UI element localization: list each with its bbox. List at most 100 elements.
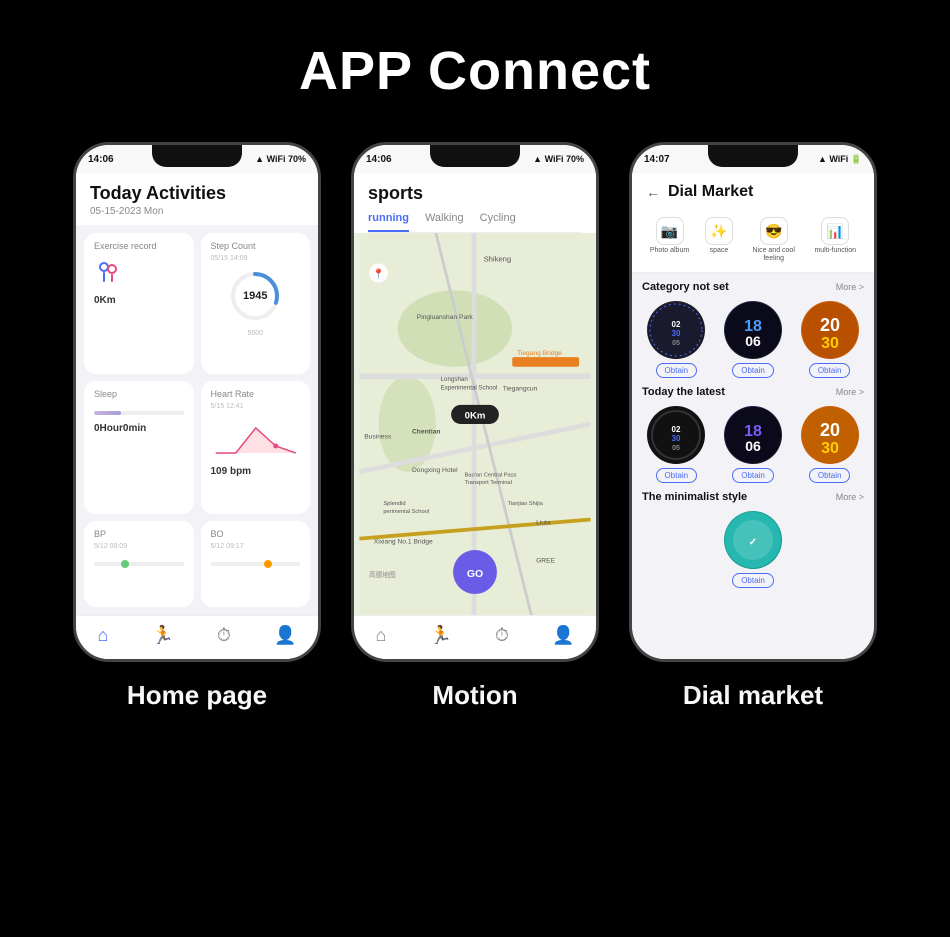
svg-text:0Km: 0Km [465,410,486,421]
tab-cycling[interactable]: Cycling [480,212,516,232]
motion-header: sports running Walking Cycling [354,173,596,233]
bp-bar [94,562,184,566]
exercise-value: 0Km [94,295,184,306]
dial-cat-space[interactable]: ✨ space [705,217,733,264]
watch-face-cat1-2: 1806 [724,301,782,359]
tab-running[interactable]: running [368,212,409,232]
svg-text:Splendid: Splendid [383,501,405,507]
obtain-btn-7[interactable]: Obtain [732,573,774,588]
sleep-label: Sleep [94,389,184,399]
bp-card: BP 5/12 09:09 [84,521,194,607]
home-bottom-nav: ⌂ 🏃 ⏱ 👤 [76,615,318,659]
svg-text:Longshan: Longshan [441,376,469,383]
section2-header: Today the latest More > [642,386,864,398]
home-header: Today Activities 05-15-2023 Mon [76,173,318,225]
svg-text:Business: Business [364,433,392,440]
svg-text:✓: ✓ [749,537,757,548]
home-phone-frame: 14:06 ▲ WiFi 70% Today Activities 05-15-… [73,142,321,662]
watch-face-cat2-2: 1806 [724,406,782,464]
bp-sublabel: 5/12 09:09 [94,543,184,550]
motion-nav-run[interactable]: 🏃 [429,625,451,646]
motion-nav-home[interactable]: ⌂ [376,625,387,646]
motion-label: Motion [432,680,517,711]
svg-text:05: 05 [672,445,680,452]
motion-tabs: running Walking Cycling [368,212,582,233]
bo-bar [211,562,301,566]
watch-cat3-1[interactable]: ✓ Obtain [642,511,864,588]
photo-album-icon: 📷 [656,217,684,245]
watch-cat1-2[interactable]: 1806 Obtain [719,301,788,378]
dial-back-arrow[interactable]: ← [646,184,660,200]
obtain-btn-2[interactable]: Obtain [732,363,774,378]
bp-label: BP [94,529,184,539]
svg-text:Liuta: Liuta [536,519,551,526]
space-label: space [710,247,729,255]
svg-text:06: 06 [745,333,761,349]
watch-cat2-3[interactable]: 2030 Obtain [795,406,864,483]
home-time: 14:06 [88,154,114,165]
watch-cat2-1[interactable]: 023005 Obtain [642,406,711,483]
watch-cat1-1[interactable]: 023005 Obtain [642,301,711,378]
step-sublabel: 05/15 14:09 [211,255,301,262]
watch-face-cat2-1: 023005 [647,406,705,464]
svg-text:30: 30 [821,335,839,352]
svg-text:02: 02 [672,320,681,329]
home-screen: Today Activities 05-15-2023 Mon Exercise… [76,173,318,659]
svg-text:Shikeng: Shikeng [484,255,512,264]
nav-home-icon[interactable]: ⌂ [98,625,109,646]
svg-text:Chentian: Chentian [412,429,441,436]
tab-walking[interactable]: Walking [425,212,464,232]
page-title: APP Connect [299,40,651,102]
nav-run-icon[interactable]: 🏃 [151,625,173,646]
svg-text:06: 06 [745,438,761,454]
svg-text:📍: 📍 [373,268,385,280]
dial-header: ← Dial Market [632,173,874,209]
dial-time: 14:07 [644,154,670,165]
motion-nav-user[interactable]: 👤 [552,625,574,646]
space-icon: ✨ [705,217,733,245]
section3-more[interactable]: More > [836,492,864,502]
motion-status-icons: ▲ WiFi 70% [533,154,584,164]
obtain-btn-1[interactable]: Obtain [656,363,698,378]
dial-cat-photo[interactable]: 📷 Photo album [650,217,689,264]
home-date: 05-15-2023 Mon [90,206,304,217]
watch-face-cat3-1: ✓ [724,511,782,569]
step-number: 1945 [243,290,267,302]
bp-dot [121,560,129,568]
map-svg: Shikeng Pingluanshan Park Tiegang Bridge… [354,233,596,615]
motion-nav-watch[interactable]: ⏱ [495,625,509,646]
watch-face-cat1-1: 023005 [647,301,705,359]
home-notch [152,145,242,167]
svg-text:Tiegangcun: Tiegangcun [503,386,538,393]
svg-text:GREE: GREE [536,557,555,564]
motion-title: sports [368,183,582,204]
dial-cat-cool[interactable]: 😎 Nice and cool feeling [749,217,799,264]
svg-text:高德地图: 高德地图 [369,570,396,579]
obtain-btn-3[interactable]: Obtain [809,363,851,378]
section2-more[interactable]: More > [836,387,864,397]
section1-more[interactable]: More > [836,282,864,292]
sleep-bar [94,411,184,415]
map-area: Shikeng Pingluanshan Park Tiegang Bridge… [354,233,596,615]
svg-text:Tiegang Bridge: Tiegang Bridge [517,350,562,357]
svg-text:perimental School: perimental School [383,509,429,515]
home-label: Home page [127,680,267,711]
watch-cat1-3[interactable]: 2030 Obtain [795,301,864,378]
heart-rate-label: Heart Rate [211,389,301,399]
watch-cat2-2[interactable]: 1806 Obtain [719,406,788,483]
svg-text:Bao'an Central Pass: Bao'an Central Pass [464,473,516,479]
dial-cat-multi[interactable]: 📊 multi-function [814,217,856,264]
obtain-btn-6[interactable]: Obtain [809,468,851,483]
nav-user-icon[interactable]: 👤 [274,625,296,646]
obtain-btn-5[interactable]: Obtain [732,468,774,483]
motion-section: 14:06 ▲ WiFi 70% sports running Walking … [351,142,599,711]
nav-watch-icon[interactable]: ⏱ [217,625,231,646]
home-screen-title: Today Activities [90,183,304,204]
svg-text:02: 02 [672,425,681,434]
home-cards-grid: Exercise record 0Km Step Count [76,225,318,615]
motion-phone-frame: 14:06 ▲ WiFi 70% sports running Walking … [351,142,599,662]
cool-label: Nice and cool feeling [749,247,799,264]
sleep-value: 0Hour0min [94,423,184,434]
step-max: 5000 [211,330,301,337]
obtain-btn-4[interactable]: Obtain [656,468,698,483]
